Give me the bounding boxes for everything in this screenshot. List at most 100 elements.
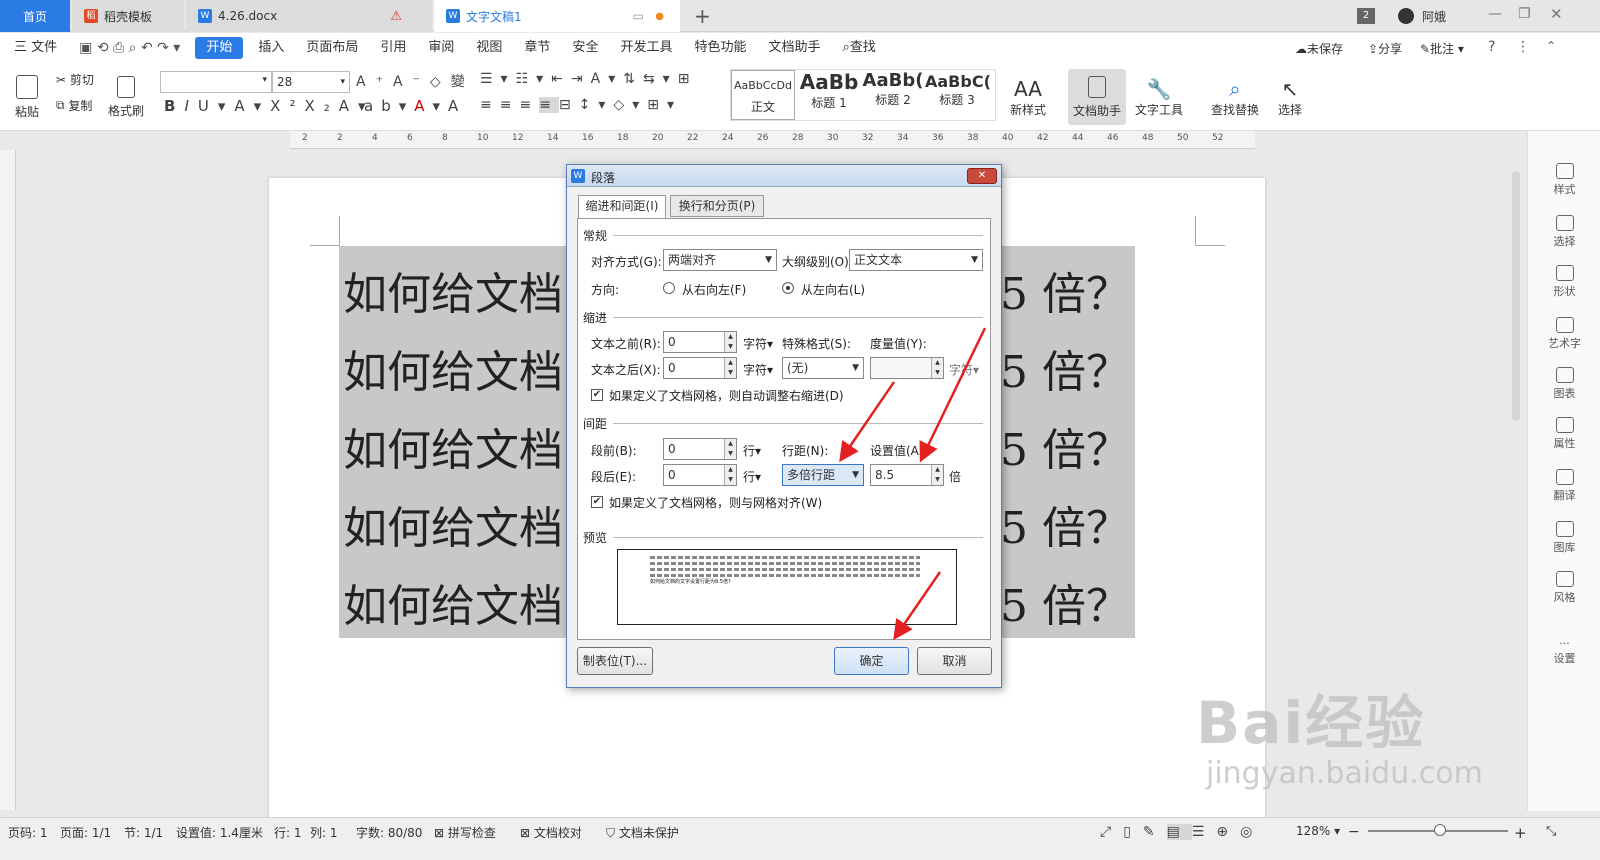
zoom-in-icon[interactable]: + bbox=[1514, 824, 1527, 842]
spin-arrows-icon[interactable]: ▲ ▼ bbox=[724, 439, 736, 459]
status-col[interactable]: 列: 1 bbox=[310, 824, 338, 841]
line-spacing-select[interactable]: 多倍行距 ▼ bbox=[782, 464, 864, 486]
style-heading-2[interactable]: AaBb(标题 2 bbox=[861, 70, 925, 120]
dialog-titlebar[interactable]: W 段落 ✕ bbox=[567, 165, 1001, 187]
find-replace-button[interactable]: ⌕ 查找替换 bbox=[1206, 69, 1264, 125]
comment-button[interactable]: ✎批注 ▾ bbox=[1420, 40, 1464, 57]
spin-arrows-icon[interactable]: ▲ ▼ bbox=[724, 332, 736, 352]
window-count-badge[interactable]: 2 bbox=[1357, 8, 1375, 24]
panel-theme[interactable]: 风格 bbox=[1528, 571, 1600, 605]
status-page[interactable]: 页面: 1/1 bbox=[60, 824, 111, 841]
after-text-input[interactable]: 0 ▲ ▼ bbox=[663, 357, 737, 379]
cancel-button[interactable]: 取消 bbox=[917, 647, 992, 675]
restore-icon[interactable]: ❐ bbox=[1518, 6, 1531, 22]
menu-developer[interactable]: 开发工具 bbox=[609, 33, 683, 63]
panel-styles[interactable]: 样式 bbox=[1528, 163, 1600, 197]
before-text-input[interactable]: 0 ▲ ▼ bbox=[663, 331, 737, 353]
protect-button[interactable]: ⛉ 文档未保护 bbox=[606, 824, 679, 841]
help-icon[interactable]: ? bbox=[1488, 39, 1495, 55]
view-mode-tools[interactable]: ⤢▯✎▤☰⊕◎ bbox=[1100, 824, 1264, 840]
zoom-out-icon[interactable]: − bbox=[1348, 824, 1360, 840]
menu-review[interactable]: 审阅 bbox=[417, 33, 465, 63]
menu-security[interactable]: 安全 bbox=[561, 33, 609, 63]
unit-char-label[interactable]: 字符▾ bbox=[743, 361, 773, 378]
list-tools[interactable]: ☰▾☷▾⇤⇥A▾⇅⇆▾⊞ bbox=[480, 71, 697, 87]
font-size-adjust-tools[interactable]: A⁺A⁻◇變 bbox=[356, 71, 475, 91]
unit-char-label[interactable]: 字符▾ bbox=[949, 361, 979, 378]
tab-docer-templates[interactable]: 稻 稻壳模板 bbox=[72, 0, 184, 32]
ok-button[interactable]: 确定 bbox=[834, 647, 909, 675]
status-set-value[interactable]: 设置值: 1.4厘米 bbox=[176, 824, 263, 841]
status-section[interactable]: 节: 1/1 bbox=[124, 824, 163, 841]
style-heading-3[interactable]: AaBbC(标题 3 bbox=[925, 70, 991, 120]
grid-align-checkbox[interactable]: ✔ bbox=[591, 496, 603, 508]
zoom-select[interactable]: 128% ▾ bbox=[1296, 824, 1340, 838]
menu-page-layout[interactable]: 页面布局 bbox=[295, 33, 369, 63]
status-row[interactable]: 行: 1 bbox=[274, 824, 302, 841]
dialog-close-button[interactable]: ✕ bbox=[967, 168, 997, 184]
panel-select[interactable]: 选择 bbox=[1528, 215, 1600, 249]
special-format-select[interactable]: (无) ▼ bbox=[782, 357, 864, 379]
more-icon[interactable]: ⋮ bbox=[1516, 39, 1530, 55]
new-tab-button[interactable]: + bbox=[694, 4, 711, 28]
vertical-ruler[interactable] bbox=[0, 150, 16, 810]
horizontal-ruler[interactable]: 2 2 4 6 8 10 12 14 16 18 20 22 24 26 28 30 32 34 36 38 40 42 4… bbox=[290, 131, 1255, 149]
avatar[interactable] bbox=[1398, 8, 1414, 24]
panel-properties[interactable]: 属性 bbox=[1528, 417, 1600, 451]
vertical-scrollbar[interactable] bbox=[1512, 171, 1520, 421]
menu-home[interactable]: 开始 bbox=[195, 37, 244, 59]
style-gallery[interactable]: AaBbCcDd 正文 AaBb 标题 1 AaBb(标题 2 AaBbC(标题 3 bbox=[730, 69, 996, 121]
font-name-select[interactable]: ▾ bbox=[160, 71, 272, 93]
user-name[interactable]: 阿娥 bbox=[1422, 8, 1446, 25]
set-value-input[interactable]: 8.5 ▲ ▼ bbox=[870, 464, 944, 486]
tab-indent-spacing[interactable]: 缩进和间距(I) bbox=[578, 195, 666, 219]
style-normal[interactable]: AaBbCcDd 正文 bbox=[731, 70, 795, 120]
format-painter-button[interactable]: 格式刷 bbox=[106, 69, 146, 125]
status-word-count[interactable]: 字数: 80/80 bbox=[356, 824, 422, 841]
copy-button[interactable]: ⧉ 复制 bbox=[56, 97, 92, 114]
screen-icon[interactable]: ▭ bbox=[633, 9, 644, 23]
text-tools-button[interactable]: 🔧 文字工具 bbox=[1130, 69, 1188, 125]
menu-references[interactable]: 引用 bbox=[369, 33, 417, 63]
panel-gallery[interactable]: 图库 bbox=[1528, 521, 1600, 555]
panel-shapes[interactable]: 形状 bbox=[1528, 265, 1600, 299]
unit-line-label[interactable]: 行▾ bbox=[743, 442, 761, 459]
space-after-input[interactable]: 0 ▲ ▼ bbox=[663, 464, 737, 486]
close-icon[interactable]: ✕ bbox=[1550, 5, 1563, 23]
ltr-radio[interactable] bbox=[782, 282, 794, 294]
tab-line-page-break[interactable]: 换行和分页(P) bbox=[670, 195, 764, 217]
new-style-button[interactable]: AA 新样式 bbox=[1006, 69, 1050, 125]
proofread-button[interactable]: ⊠ 文档校对 bbox=[520, 824, 582, 841]
panel-settings[interactable]: ··· 设置 bbox=[1528, 637, 1600, 666]
unsaved-status[interactable]: ☁未保存 bbox=[1295, 40, 1343, 57]
unit-line-label[interactable]: 行▾ bbox=[743, 468, 761, 485]
panel-charts[interactable]: 图表 bbox=[1528, 367, 1600, 401]
menu-section[interactable]: 章节 bbox=[513, 33, 561, 63]
spin-arrows-icon[interactable]: ▲ ▼ bbox=[931, 465, 943, 485]
doc-assistant-button[interactable]: 文档助手 bbox=[1068, 69, 1126, 125]
paste-button[interactable]: 粘贴 bbox=[10, 69, 44, 125]
unit-char-label[interactable]: 字符▾ bbox=[743, 335, 773, 352]
font-format-tools[interactable]: BIU▾A▾X²X₂A▾ bbox=[164, 97, 375, 115]
spin-arrows-icon[interactable]: ▲ ▼ bbox=[724, 358, 736, 378]
highlight-color-tools[interactable]: ab▾A▾A bbox=[364, 97, 466, 115]
menu-view[interactable]: 视图 bbox=[465, 33, 513, 63]
collapse-ribbon-icon[interactable]: ⌃ bbox=[1546, 39, 1556, 53]
tab-home[interactable]: 首页 bbox=[0, 0, 70, 32]
select-button[interactable]: ↖ 选择 bbox=[1272, 69, 1308, 125]
menu-find[interactable]: ⌕查找 bbox=[832, 33, 887, 63]
tab-document-1[interactable]: W 文字文稿1 ▭ ● bbox=[434, 0, 680, 32]
minimize-icon[interactable]: — bbox=[1488, 6, 1502, 22]
fullscreen-icon[interactable]: ⤡ bbox=[1546, 824, 1556, 839]
panel-word-art[interactable]: 艺术字 bbox=[1528, 317, 1600, 351]
cut-button[interactable]: ✂ 剪切 bbox=[56, 71, 94, 88]
spin-arrows-icon[interactable]: ▲ ▼ bbox=[931, 358, 943, 378]
panel-translate[interactable]: 翻译 bbox=[1528, 469, 1600, 503]
menu-doc-assistant[interactable]: 文档助手 bbox=[757, 33, 831, 63]
font-size-select[interactable]: 28 ▾ bbox=[272, 71, 350, 93]
file-menu[interactable]: 三 文件 bbox=[0, 33, 68, 63]
tab-document-426[interactable]: W 4.26.docx ⚠ bbox=[186, 0, 432, 32]
auto-indent-checkbox[interactable]: ✔ bbox=[591, 389, 603, 401]
spin-arrows-icon[interactable]: ▲ ▼ bbox=[724, 465, 736, 485]
zoom-slider-handle[interactable] bbox=[1434, 824, 1446, 836]
